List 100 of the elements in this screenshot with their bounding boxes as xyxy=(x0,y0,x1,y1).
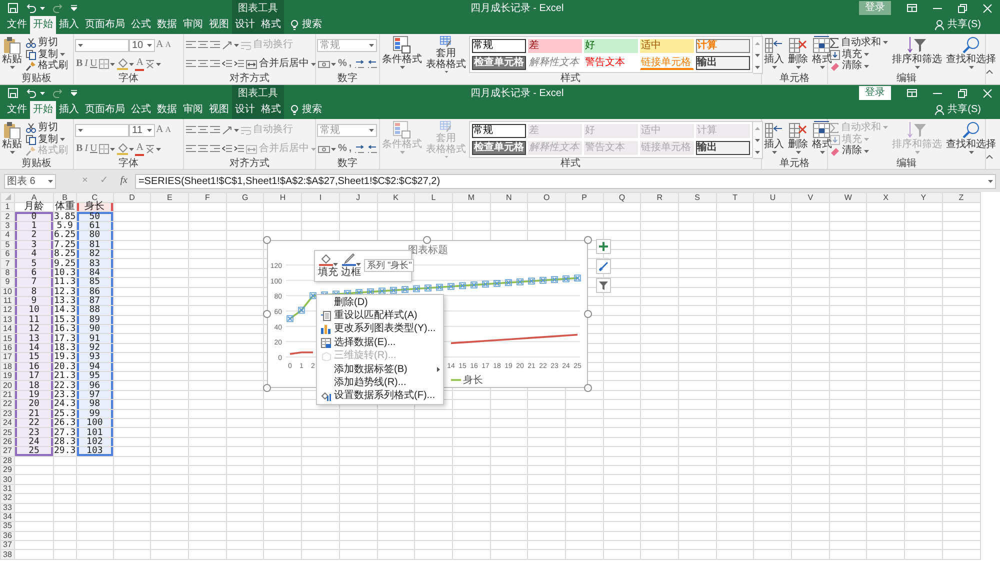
cell-style-tile[interactable]: 检查单元格 xyxy=(472,56,526,70)
column-header[interactable]: U xyxy=(754,192,792,202)
font-name-field[interactable] xyxy=(75,124,129,136)
column-header[interactable]: P xyxy=(565,192,604,202)
share-button[interactable]: 共享(S) xyxy=(932,16,984,34)
data-point-marker[interactable] xyxy=(494,280,500,287)
column-header[interactable]: F xyxy=(188,192,226,202)
ribbon-tab[interactable]: 审阅 xyxy=(180,16,206,34)
data-point-marker[interactable] xyxy=(562,275,570,282)
search-button[interactable]: 搜索 xyxy=(288,16,325,34)
gallery-scroll-bar[interactable] xyxy=(753,36,763,74)
delete-button[interactable]: 删除 xyxy=(787,121,809,158)
ribbon-tab[interactable]: 开始 xyxy=(30,101,56,119)
redo-icon[interactable] xyxy=(53,88,63,98)
ribbon-display-icon[interactable] xyxy=(907,4,917,12)
minimize-icon[interactable] xyxy=(933,92,942,94)
insert-button[interactable]: 插入 xyxy=(763,36,785,73)
cut-button[interactable]: 剪切 xyxy=(25,122,69,134)
menu-item[interactable]: 选择数据(E)... xyxy=(317,336,443,350)
cell-style-tile[interactable]: 输出 xyxy=(696,141,750,155)
shrink-font-button[interactable]: A xyxy=(164,123,172,137)
ribbon-tab[interactable]: 审阅 xyxy=(180,101,206,119)
customize-icon[interactable] xyxy=(71,90,77,96)
data-point-marker[interactable] xyxy=(367,288,374,296)
menu-item[interactable]: 重设以匹配样式(A) xyxy=(317,309,443,323)
ribbon-tab[interactable]: 公式 xyxy=(128,101,154,119)
data-point-marker[interactable] xyxy=(436,284,443,291)
data-point-marker[interactable] xyxy=(448,283,454,290)
menu-item[interactable]: 删除(D) xyxy=(317,296,443,310)
formula-field[interactable]: =SERIES(Sheet1!$C$1,Sheet1!$A$2:$A$27,Sheet1!$C$2:$C$27,2) xyxy=(135,174,996,188)
font-size-field[interactable]: 10 xyxy=(129,38,155,52)
name-box[interactable]: 图表 6 xyxy=(4,174,56,188)
column-header[interactable]: V xyxy=(792,192,830,202)
autosum-button[interactable]: 自动求和 xyxy=(829,37,889,49)
column-header[interactable]: Q xyxy=(603,192,641,202)
restore-icon[interactable] xyxy=(958,88,967,98)
italic-button[interactable]: I xyxy=(84,57,90,71)
gallery-scroll-bar[interactable] xyxy=(753,121,763,159)
column-header[interactable]: E xyxy=(150,192,189,202)
column-header[interactable]: D xyxy=(113,192,151,202)
cut-button[interactable]: 剪切 xyxy=(25,37,69,49)
merge-center-button[interactable]: 合并后居中 xyxy=(245,58,317,70)
data-point-marker[interactable] xyxy=(424,284,432,292)
ribbon-tab[interactable]: 视图 xyxy=(206,16,232,34)
format-as-table-button[interactable]: 套用 表格格式 xyxy=(425,36,467,73)
copy-button[interactable]: 复制 xyxy=(25,134,69,146)
undo-icon[interactable] xyxy=(26,88,36,98)
ribbon-tab[interactable]: 格式 xyxy=(258,101,284,119)
collapse-icon[interactable] xyxy=(986,155,993,160)
collapse-icon[interactable] xyxy=(986,70,993,74)
shrink-font-button[interactable]: A xyxy=(164,38,172,52)
resize-handle[interactable] xyxy=(263,236,271,244)
comma-style-button[interactable]: , xyxy=(348,142,353,156)
decimal-button[interactable] xyxy=(352,57,366,71)
ribbon-tab[interactable]: 插入 xyxy=(56,101,82,119)
ribbon-tab[interactable]: 数据 xyxy=(154,101,180,119)
bold-button[interactable]: B xyxy=(75,142,84,156)
data-point-marker[interactable] xyxy=(402,286,408,293)
insert-button[interactable]: 插入 xyxy=(763,121,785,158)
phonetic-button[interactable] xyxy=(144,57,162,71)
column-header[interactable]: O xyxy=(528,192,566,202)
underline-button[interactable]: U xyxy=(89,57,98,71)
chart-filters-button[interactable] xyxy=(596,278,611,293)
menu-item[interactable]: 设置数据系列格式(F)... xyxy=(317,390,443,404)
find-select-button[interactable]: 查找和选择 xyxy=(945,121,997,158)
column-header[interactable]: X xyxy=(866,192,905,202)
copy-button[interactable]: 复制 xyxy=(25,48,69,60)
font-size-field[interactable]: 11 xyxy=(129,124,155,136)
ribbon-tab[interactable]: 视图 xyxy=(206,101,232,119)
resize-handle[interactable] xyxy=(263,384,271,392)
ribbon-tab[interactable]: 开始 xyxy=(30,16,56,34)
font-color-button[interactable]: A xyxy=(135,142,144,156)
grow-font-button[interactable]: A xyxy=(155,38,164,52)
font-color-button[interactable]: A xyxy=(135,58,144,70)
underline-button[interactable]: U xyxy=(89,142,98,156)
ribbon-tab[interactable]: 插入 xyxy=(56,16,82,34)
font-name-field[interactable] xyxy=(75,38,129,52)
restore-icon[interactable] xyxy=(958,4,967,12)
outline-button[interactable]: 边框 xyxy=(341,253,361,278)
ribbon-tab[interactable]: 设计 xyxy=(232,101,258,119)
data-point-marker[interactable] xyxy=(459,282,466,290)
grow-font-button[interactable]: A xyxy=(155,123,164,137)
column-header[interactable]: H xyxy=(264,192,302,202)
ribbon-tab[interactable]: 文件 xyxy=(4,16,30,34)
cell-style-tile[interactable]: 常规 xyxy=(472,39,526,53)
data-point-marker[interactable] xyxy=(574,274,581,282)
cell-style-tile[interactable]: 检查单元格 xyxy=(472,141,526,155)
customize-icon[interactable] xyxy=(71,5,77,11)
column-header[interactable]: K xyxy=(377,192,415,202)
menu-item[interactable]: 更改系列图表类型(Y)... xyxy=(317,322,443,336)
column-header[interactable]: W xyxy=(829,192,867,202)
ribbon-tab[interactable]: 页面布局 xyxy=(82,101,128,119)
column-header[interactable]: N xyxy=(490,192,528,202)
column-header[interactable]: Y xyxy=(904,192,942,202)
delete-button[interactable]: 删除 xyxy=(787,36,809,73)
ribbon-tab[interactable]: 公式 xyxy=(128,16,154,34)
ribbon-tab[interactable]: 设计 xyxy=(232,16,258,34)
fill-color-button[interactable] xyxy=(116,57,136,71)
data-point-marker[interactable] xyxy=(286,315,294,322)
close-icon[interactable] xyxy=(983,4,992,12)
